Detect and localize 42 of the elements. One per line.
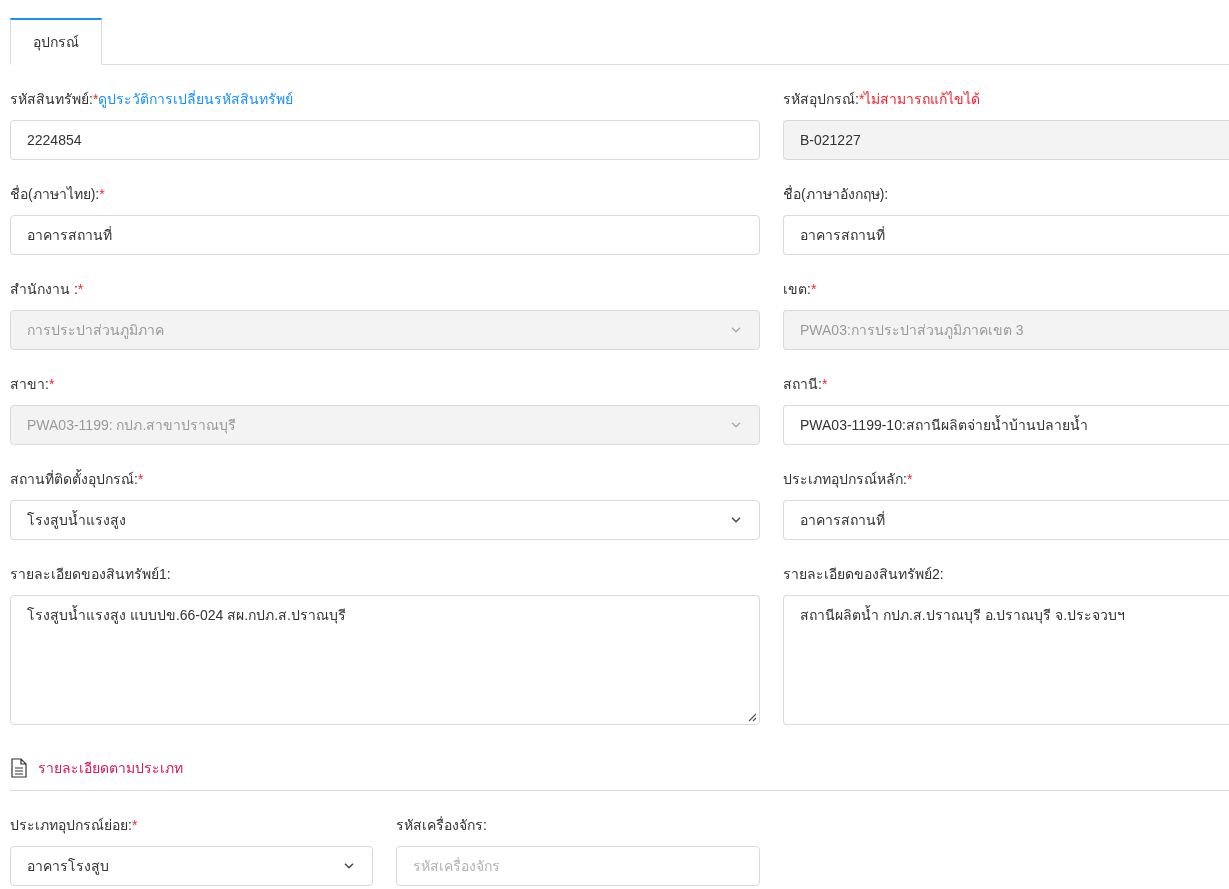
input-field[interactable]: PWA03-1199-10:สถานีผลิตจ่ายน้ำบ้านปลายน้ำ <box>783 405 1229 445</box>
required-mark: * <box>906 470 913 487</box>
field-label: สถานี: <box>783 375 822 394</box>
field-label: สถานที่ติดตั้งอุปกรณ์: <box>10 469 138 490</box>
input-field[interactable]: อาคารสถานที่ <box>10 215 760 255</box>
textarea-field[interactable]: โรงสูบน้ำแรงสูง แบบปข.66-024 สผ.กปภ.ส.ปราณบุรี <box>10 595 760 725</box>
field-label: ประเภทอุปกรณ์หลัก: <box>783 470 907 490</box>
field-note: ไม่สามารถแก้ไขได้ <box>864 90 981 109</box>
chevron-down-icon <box>731 517 741 523</box>
required-mark: * <box>810 280 817 299</box>
field-label: ชื่อ(ภาษาอังกฤษ): <box>783 184 889 204</box>
chevron-down-icon <box>731 422 741 428</box>
required-mark: * <box>137 471 144 487</box>
required-mark: * <box>131 816 138 833</box>
field-label: รหัสอุปกรณ์: <box>783 90 859 110</box>
required-mark: * <box>92 91 99 107</box>
textarea-field[interactable]: สถานีผลิตน้ำ กปภ.ส.ปราณบุรี อ.ปราณบุรี จ.ประจวบฯ <box>783 595 1229 725</box>
resize-grip-icon[interactable] <box>748 713 757 722</box>
tab[interactable]: อุปกรณ์ <box>10 18 102 65</box>
required-mark: * <box>99 186 105 204</box>
input-field[interactable]: รหัสเครื่องจักร <box>396 846 760 886</box>
field-label: รายละเอียดของสินทรัพย์2: <box>783 565 944 584</box>
input-field[interactable]: อาคารสถานที่ <box>783 215 1229 255</box>
section-title: รายละเอียดตามประเภท <box>38 759 183 778</box>
required-mark: * <box>48 375 55 394</box>
field-label: รหัสเครื่องจักร: <box>396 815 487 835</box>
chevron-down-icon <box>731 327 741 333</box>
select-field[interactable]: อาคารโรงสูบ <box>10 846 373 886</box>
required-mark: * <box>821 375 828 394</box>
field-label: เขต: <box>783 280 811 299</box>
select-field[interactable]: โรงสูบน้ำแรงสูง <box>10 500 760 540</box>
input-field[interactable]: 2224854 <box>10 120 760 160</box>
field-label: ประเภทอุปกรณ์ย่อย: <box>10 816 132 836</box>
field-label: ชื่อ(ภาษาไทย): <box>10 184 100 204</box>
input-field[interactable]: B-021227 <box>783 120 1229 160</box>
field-label: รายละเอียดของสินทรัพย์1: <box>10 565 171 584</box>
chevron-down-icon <box>344 863 354 869</box>
field-label: สาขา: <box>10 375 49 394</box>
field-label: รหัสสินทรัพย์: <box>10 90 93 109</box>
field-label: สำนักงาน : <box>10 280 78 299</box>
input-field[interactable]: อาคารสถานที่ <box>783 500 1229 540</box>
document-icon <box>11 758 27 778</box>
